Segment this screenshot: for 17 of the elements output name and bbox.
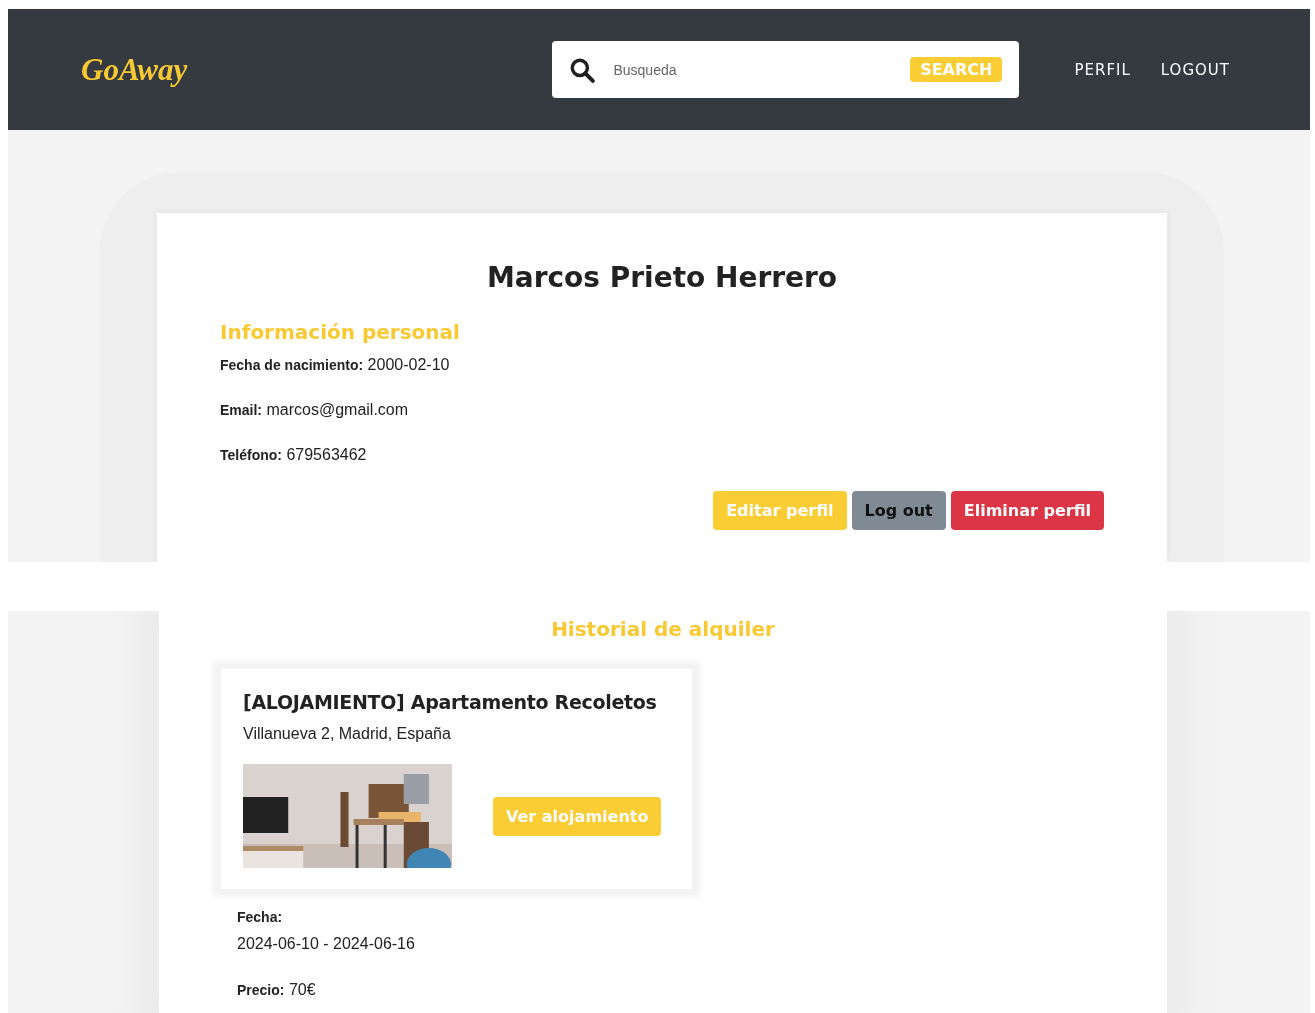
brand-logo[interactable]: GoAway bbox=[81, 51, 188, 88]
rental-address: Villanueva 2, Madrid, España bbox=[243, 725, 452, 743]
info-line: Teléfono: 679563462 bbox=[220, 446, 368, 464]
action-button[interactable]: Log out bbox=[851, 491, 946, 530]
date-label: Fecha: bbox=[237, 909, 284, 925]
date-range: 2024-06-10 - 2024-06-16 bbox=[237, 935, 416, 953]
action-button[interactable]: Eliminar perfil bbox=[950, 491, 1104, 530]
info-line: Email: marcos@gmail.com bbox=[220, 401, 410, 419]
nav-link[interactable]: PERFIL bbox=[1074, 60, 1131, 79]
search-icon bbox=[569, 56, 596, 83]
section-title: Información personal bbox=[220, 320, 461, 344]
price-line: Precio: 70€ bbox=[237, 981, 317, 999]
info-line: Fecha de nacimiento: 2000-02-10 bbox=[220, 356, 451, 374]
section-title: Historial de alquiler bbox=[550, 617, 776, 641]
profile-name: Marcos Prieto Herrero bbox=[485, 261, 839, 294]
rental-title: [ALOJAMIENTO] Apartamento Recoletos bbox=[243, 691, 658, 713]
nav-link[interactable]: LOGOUT bbox=[1160, 60, 1230, 79]
